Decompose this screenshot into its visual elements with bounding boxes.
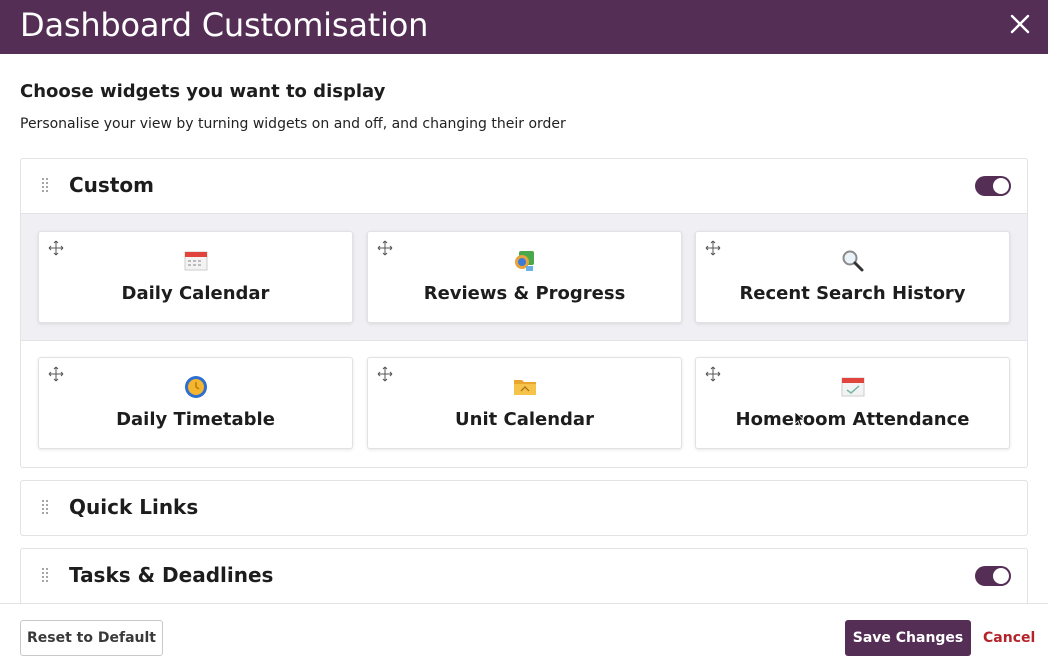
clock-icon: [184, 376, 207, 398]
widget-group-quick-links: Quick Links: [20, 480, 1028, 536]
widget-group-tasks-deadlines: Tasks & Deadlines: [20, 548, 1028, 608]
section-heading: Choose widgets you want to display: [20, 81, 386, 102]
widget-card-label: Unit Calendar: [455, 409, 594, 430]
widget-group-header: Custom: [21, 159, 1027, 213]
widget-card-reviews-progress[interactable]: Reviews & Progress: [367, 231, 682, 323]
dialog-title: Dashboard Customisation: [20, 6, 429, 44]
widget-group-toggle[interactable]: [975, 176, 1011, 196]
widget-row: Daily Timetable Unit Calendar Homeroom A…: [21, 341, 1027, 467]
widget-group-header: Quick Links: [21, 481, 1027, 535]
mouse-cursor-icon: [794, 411, 804, 427]
section-description: Personalise your view by turning widgets…: [20, 116, 566, 132]
widget-row: Daily Calendar Reviews & Progress Recent…: [21, 213, 1027, 341]
widget-group-title: Tasks & Deadlines: [69, 563, 274, 587]
attendance-calendar-icon: [841, 377, 864, 397]
move-icon[interactable]: [48, 366, 64, 382]
dialog-header: Dashboard Customisation: [0, 0, 1048, 54]
widget-card-recent-search-history[interactable]: Recent Search History: [695, 231, 1010, 323]
drag-handle-icon[interactable]: [41, 499, 49, 515]
reviews-progress-icon: [514, 251, 534, 271]
move-icon[interactable]: [705, 240, 721, 256]
widget-card-label: Daily Timetable: [116, 409, 275, 430]
toggle-knob: [993, 568, 1009, 584]
widget-card-homeroom-attendance[interactable]: Homeroom Attendance: [695, 357, 1010, 449]
close-icon[interactable]: [1008, 12, 1032, 36]
widget-card-label: Recent Search History: [739, 283, 966, 304]
widget-group-header: Tasks & Deadlines: [21, 549, 1027, 603]
move-icon[interactable]: [377, 366, 393, 382]
widget-group-title: Custom: [69, 173, 154, 197]
reset-to-default-button[interactable]: Reset to Default: [20, 620, 163, 656]
widget-group-custom: Custom Daily Calendar Reviews & Progress: [20, 158, 1028, 468]
widget-card-unit-calendar[interactable]: Unit Calendar: [367, 357, 682, 449]
dialog-footer: Reset to Default Save Changes Cancel: [0, 603, 1048, 666]
save-changes-button[interactable]: Save Changes: [845, 620, 971, 656]
widget-card-label: Homeroom Attendance: [735, 409, 970, 430]
move-icon[interactable]: [377, 240, 393, 256]
drag-handle-icon[interactable]: [41, 177, 49, 193]
widget-card-label: Reviews & Progress: [423, 283, 626, 304]
folder-icon: [513, 380, 536, 395]
move-icon[interactable]: [705, 366, 721, 382]
widget-card-label: Daily Calendar: [121, 283, 270, 304]
magnifier-icon: [842, 250, 863, 272]
widget-group-toggle[interactable]: [975, 566, 1011, 586]
drag-handle-icon[interactable]: [41, 567, 49, 583]
cancel-button[interactable]: Cancel: [983, 620, 1035, 656]
widget-group-title: Quick Links: [69, 495, 199, 519]
widget-card-daily-calendar[interactable]: Daily Calendar: [38, 231, 353, 323]
move-icon[interactable]: [48, 240, 64, 256]
widget-card-daily-timetable[interactable]: Daily Timetable: [38, 357, 353, 449]
toggle-knob: [993, 178, 1009, 194]
calendar-icon: [184, 251, 207, 271]
